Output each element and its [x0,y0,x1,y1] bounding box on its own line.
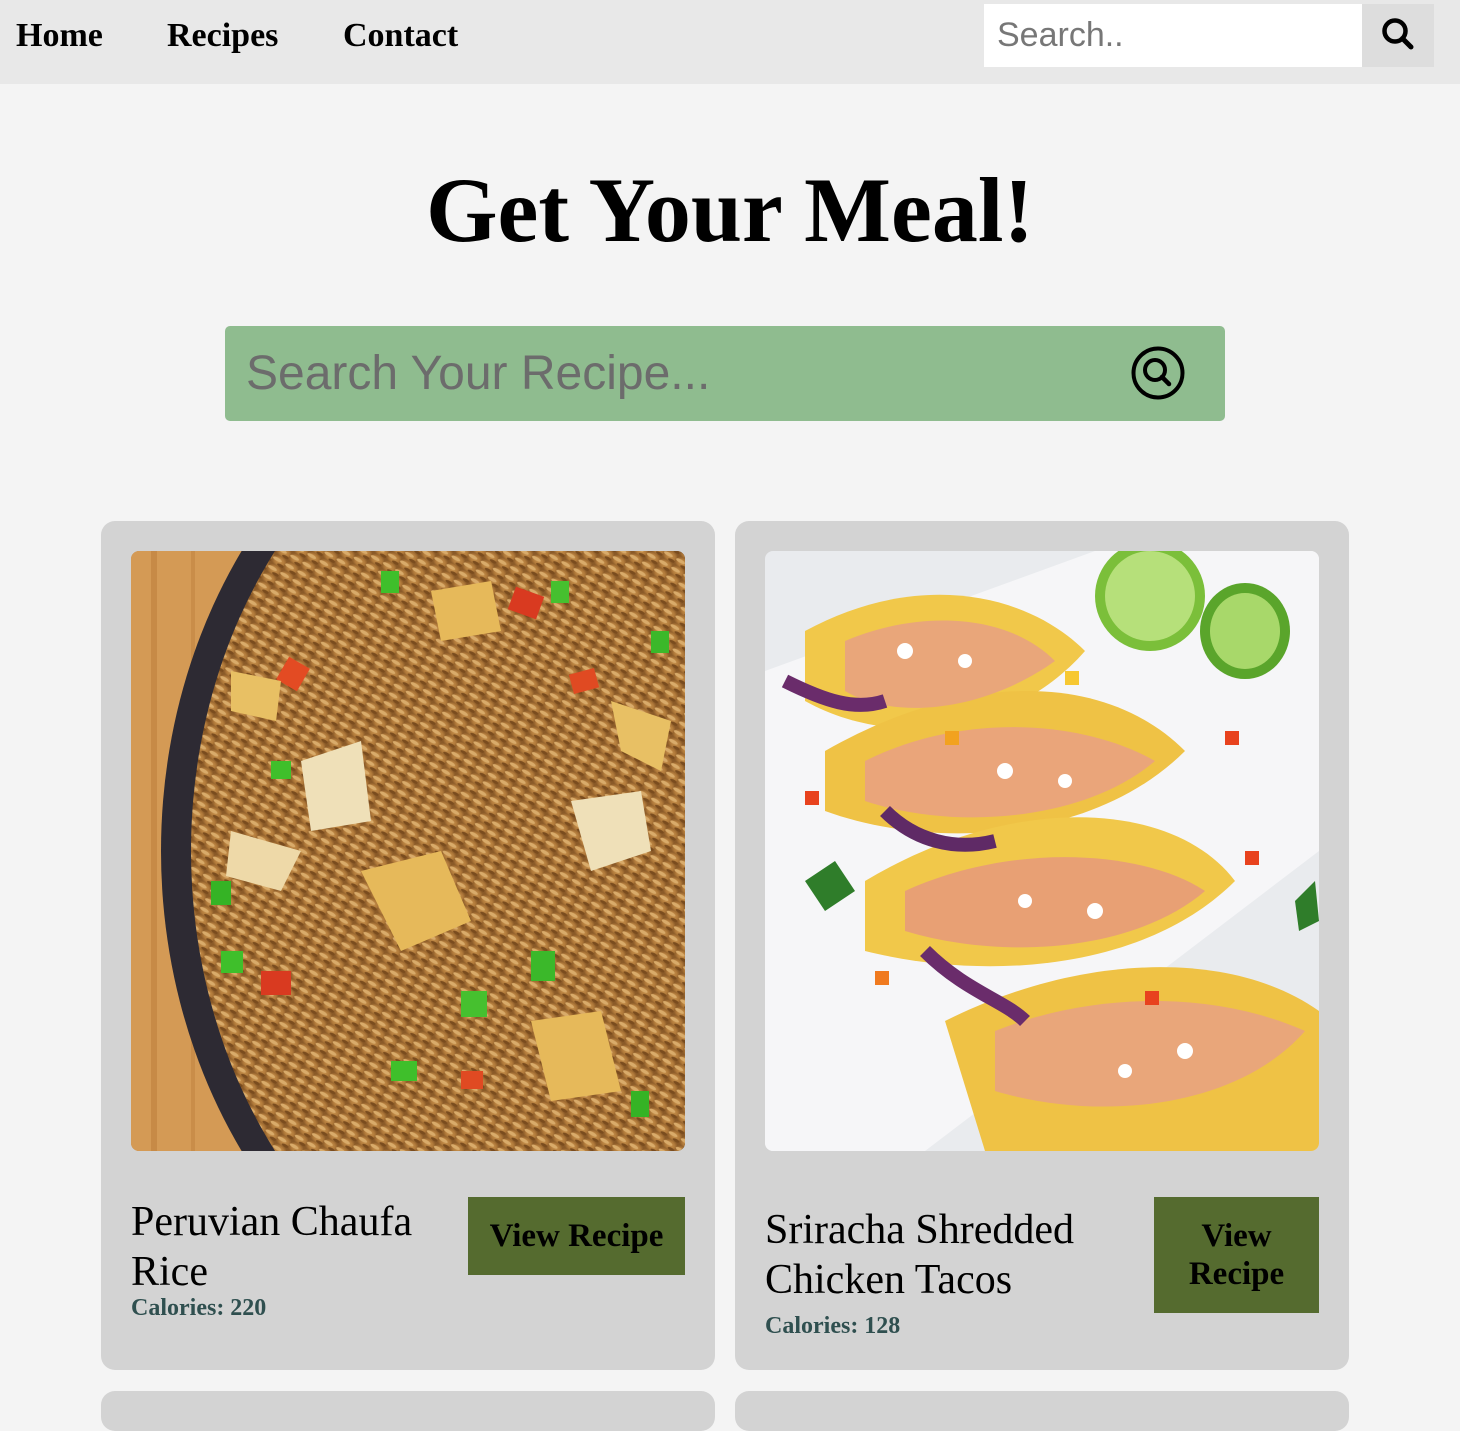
nav-search-button[interactable] [1362,4,1434,67]
recipe-search-bar [225,326,1225,421]
chicken-tacos-photo [765,551,1319,1151]
recipe-calories: Calories: 128 [765,1313,901,1339]
fried-rice-photo [131,551,685,1151]
recipe-card-partial [101,1391,715,1431]
nav-link-contact[interactable]: Contact [343,14,458,58]
recipe-card: Sriracha Shredded Chicken Tacos Calories… [735,521,1349,1370]
recipe-card: Peruvian Chaufa Rice Calories: 220 View … [101,521,715,1370]
page-title: Get Your Meal! [425,159,1035,261]
recipe-title: Sriracha Shredded Chicken Tacos [765,1207,1075,1303]
nav-link-home[interactable]: Home [16,14,103,58]
nav-search-input[interactable] [984,4,1362,67]
view-recipe-button[interactable]: View Recipe [1154,1197,1319,1313]
recipe-card-partial [735,1391,1349,1431]
search-circle-icon [1130,345,1186,404]
top-navigation-bar: Home Recipes Contact [0,0,1460,84]
recipe-search-input[interactable] [225,326,1105,421]
recipe-search-button[interactable] [1127,343,1189,405]
recipe-calories: Calories: 220 [131,1295,267,1321]
nav-link-recipes[interactable]: Recipes [167,14,278,58]
search-icon [1381,17,1415,54]
recipe-title: Peruvian Chaufa Rice [131,1199,413,1295]
view-recipe-button[interactable]: View Recipe [468,1197,685,1275]
